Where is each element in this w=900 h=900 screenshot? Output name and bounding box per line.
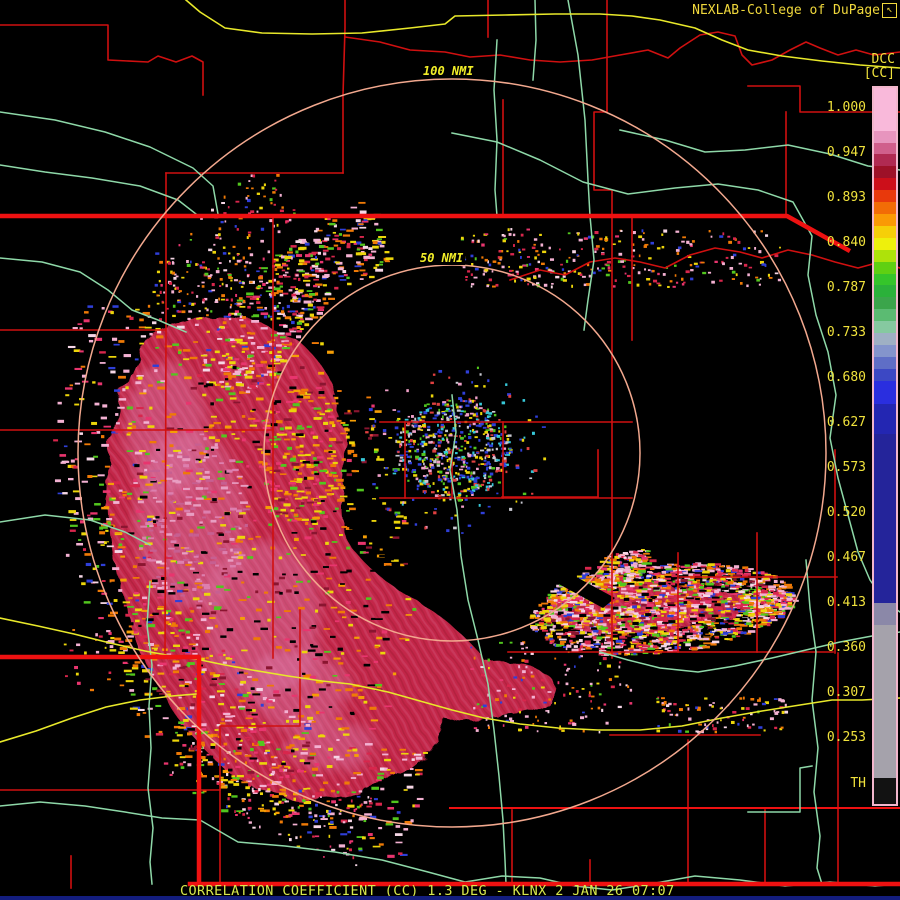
colorbar-segment: [874, 434, 896, 603]
brand-label: NEXLAB-College of DuPage: [692, 3, 880, 18]
colorbar-segment: [874, 778, 896, 805]
colorbar-segment: [874, 213, 896, 226]
range-ring-label-50nmi: 50 NMI: [418, 251, 466, 265]
colorbar-segment: [874, 261, 896, 274]
colorbar-segment: [874, 249, 896, 262]
colorbar-segment: [874, 166, 896, 179]
colorbar-segment: [874, 273, 896, 286]
colorbar-segment: [874, 130, 896, 143]
colorbar-segment: [874, 309, 896, 322]
colorbar-segment: [874, 285, 896, 298]
colorbar-segment: [874, 154, 896, 167]
colorbar-segment: [874, 190, 896, 203]
colorbar-segment: [874, 368, 896, 381]
radar-map-canvas[interactable]: [0, 0, 900, 900]
colorbar-threshold-label: TH: [850, 776, 866, 791]
colorbar-segment: [874, 225, 896, 238]
colorbar-tick-label: 0.840: [826, 235, 866, 250]
colorbar-tick-label: 0.573: [826, 460, 866, 475]
colorbar-segment: [874, 333, 896, 345]
colorbar-segment: [874, 297, 896, 310]
colorbar-segment: [874, 142, 896, 155]
nav-arrow-icon[interactable]: ↖: [882, 3, 897, 18]
colorbar-segment: [874, 404, 896, 435]
colorbar-tick-label: 0.360: [826, 640, 866, 655]
colorbar-segment: [874, 237, 896, 250]
colorbar-tick-label: 0.733: [826, 325, 866, 340]
colorbar-segment: [874, 624, 896, 779]
colorbar-segment: [874, 178, 896, 191]
range-ring-label-100nmi: 100 NMI: [421, 64, 476, 78]
colorbar-tick-label: 0.680: [826, 370, 866, 385]
colorbar-segment: [874, 88, 896, 131]
colorbar-tick-label: 0.253: [826, 730, 866, 745]
colorbar-tick-label: 0.787: [826, 280, 866, 295]
colorbar-segment: [874, 602, 896, 625]
colorbar-tick-label: 0.627: [826, 415, 866, 430]
echo-layer: [108, 317, 752, 800]
colorbar-segment: [874, 344, 896, 357]
bottom-strip: [0, 896, 900, 900]
radar-display: NEXLAB-College of DuPage ↖ DCC [CC] 1.00…: [0, 0, 900, 900]
colorbar-tick-label: 0.307: [826, 685, 866, 700]
colorbar-segment: [874, 202, 896, 214]
colorbar-tick-label: 0.413: [826, 595, 866, 610]
colorbar-tick-label: 0.893: [826, 190, 866, 205]
colorbar-tick-label: 0.467: [826, 550, 866, 565]
colorbar: [872, 86, 898, 806]
product-unit-label: [CC]: [863, 66, 895, 81]
product-code-label: DCC: [871, 52, 895, 67]
colorbar-tick-label: 0.520: [826, 505, 866, 520]
colorbar-segment: [874, 321, 896, 334]
colorbar-segment: [874, 356, 896, 369]
colorbar-tick-label: 0.947: [826, 145, 866, 160]
colorbar-tick-label: 1.000: [826, 100, 866, 115]
colorbar-segment: [874, 380, 896, 405]
